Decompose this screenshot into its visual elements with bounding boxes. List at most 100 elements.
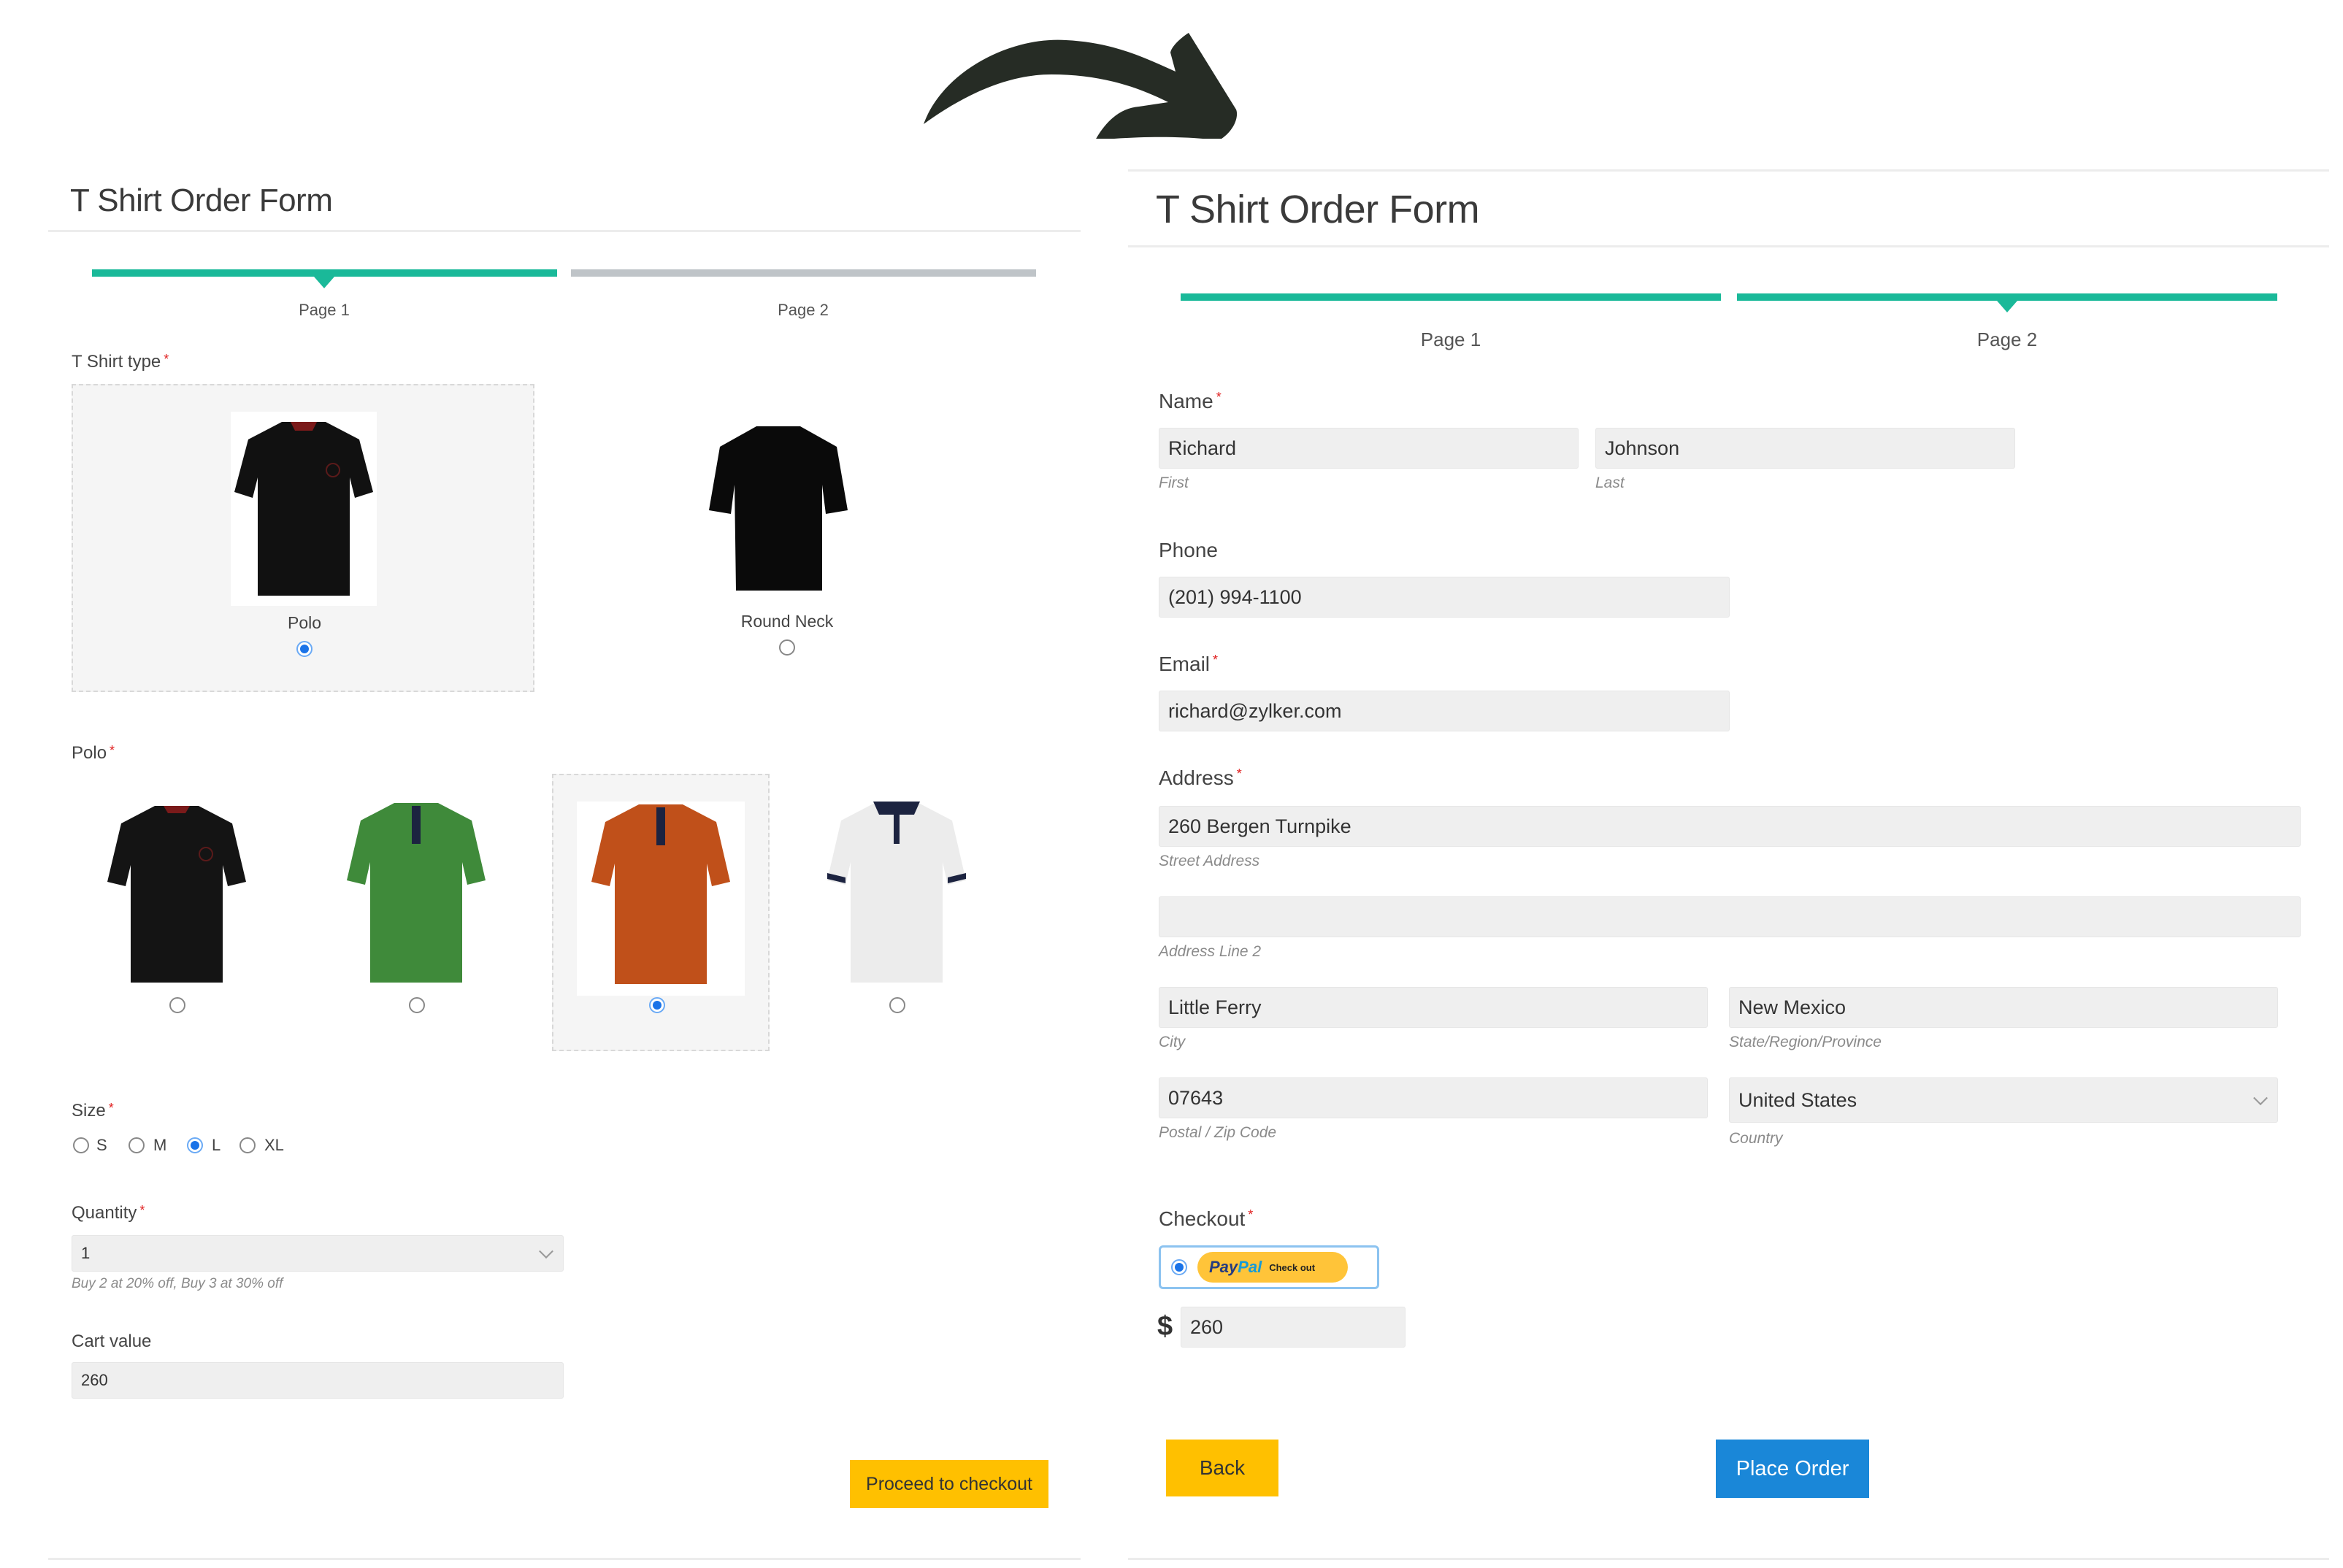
zip-input[interactable]: 07643 [1159,1077,1708,1118]
street-address-input[interactable]: 260 Bergen Turnpike [1159,806,2301,847]
progress-step-2-bar [1737,293,2277,301]
checkout-label-text: Checkout [1159,1207,1246,1230]
address-label-text: Address [1159,766,1234,789]
address-line-2-input[interactable] [1159,896,2301,937]
title-divider [48,230,1081,232]
required-marker: * [1213,653,1219,667]
back-button[interactable]: Back [1166,1440,1278,1496]
address-label: Address * [1159,766,1242,790]
progress-step-1-bar [92,269,557,277]
top-divider [1128,169,2329,172]
name-label-text: Name [1159,390,1213,412]
paypal-checkout-badge: PayPal Check out [1197,1252,1348,1283]
option-caption-round-neck: Round Neck [740,612,834,631]
phone-label: Phone [1159,539,1218,561]
green-polo-icon [347,803,486,983]
cart-value-field[interactable]: 260 [72,1362,564,1399]
progress-step-1-bar [1181,293,1721,301]
option-caption-polo: Polo [287,613,322,632]
step-label-page-1[interactable]: Page 1 [1421,328,1481,351]
place-order-button[interactable]: Place Order [1716,1440,1869,1498]
size-option-xl-label[interactable]: XL [264,1136,284,1155]
email-label: Email * [1159,653,1218,676]
tshirt-type-option-polo[interactable]: Polo [72,384,534,692]
paypal-pal-text: Pal [1238,1258,1262,1276]
size-label-text: Size [72,1101,106,1121]
first-name-value: Richard [1168,437,1237,459]
first-name-sublabel: First [1159,474,1189,491]
zip-sublabel: Postal / Zip Code [1159,1124,1277,1141]
radio-polo-orange[interactable] [649,997,665,1013]
name-label: Name * [1159,390,1222,413]
email-input[interactable]: richard@zylker.com [1159,691,1730,731]
current-step-pointer [1997,301,2017,312]
radio-polo-green[interactable] [409,997,425,1013]
bottom-divider [1128,1558,2329,1560]
size-option-m-label[interactable]: M [153,1136,166,1155]
size-option-l-label[interactable]: L [212,1136,221,1155]
form-title: T Shirt Order Form [70,182,333,218]
radio-round-neck[interactable] [779,639,795,656]
title-divider [1128,245,2329,247]
state-sublabel: State/Region/Province [1729,1034,1882,1050]
current-step-pointer [314,277,334,288]
orange-polo-icon [591,804,730,984]
state-input[interactable]: New Mexico [1729,987,2278,1028]
proceed-to-checkout-button[interactable]: Proceed to checkout [850,1460,1048,1508]
round-neck-image [705,412,851,606]
radio-size-s[interactable] [73,1137,89,1153]
street-address-value: 260 Bergen Turnpike [1168,815,1351,837]
step-label-page-2[interactable]: Page 2 [778,301,829,320]
currency-symbol: $ [1157,1311,1173,1342]
required-marker: * [139,1203,145,1218]
paypal-logo-icon: PayPal [1209,1258,1262,1277]
paypal-pay-text: Pay [1209,1258,1238,1276]
country-select[interactable]: United States [1729,1077,2278,1123]
radio-paypal[interactable] [1171,1259,1187,1275]
size-label: Size * [72,1101,114,1121]
step-label-page-1[interactable]: Page 1 [299,301,350,320]
last-name-input[interactable]: Johnson [1595,428,2015,469]
amount-field[interactable]: 260 [1181,1307,1406,1348]
city-input[interactable]: Little Ferry [1159,987,1708,1028]
email-label-text: Email [1159,653,1211,675]
required-marker: * [108,1101,114,1115]
country-sublabel: Country [1729,1130,1783,1147]
bottom-divider [48,1558,1081,1560]
size-option-s-label[interactable]: S [96,1136,107,1155]
cart-value-text: 260 [81,1371,108,1389]
radio-size-xl[interactable] [239,1137,256,1153]
black-polo-shirt-icon [234,422,373,596]
city-value: Little Ferry [1168,996,1262,1018]
quantity-label: Quantity * [72,1203,145,1223]
last-name-value: Johnson [1605,437,1680,459]
zip-value: 07643 [1168,1086,1224,1109]
paypal-option[interactable]: PayPal Check out [1159,1245,1379,1289]
radio-polo-black[interactable] [169,997,185,1013]
black-polo-icon [107,806,246,983]
curved-arrow-right-icon [924,33,1237,139]
tshirt-type-label-text: T Shirt type [72,352,161,372]
step-label-page-2[interactable]: Page 2 [1977,328,2037,351]
required-marker: * [1236,766,1242,781]
polo-label-text: Polo [72,743,107,763]
last-name-sublabel: Last [1595,474,1625,491]
amount-value: 260 [1190,1315,1224,1338]
quantity-label-text: Quantity [72,1203,137,1223]
chevron-down-icon [539,1244,553,1259]
state-value: New Mexico [1738,996,1847,1018]
phone-input[interactable]: (201) 994-1100 [1159,577,1730,618]
radio-size-m[interactable] [129,1137,145,1153]
quantity-hint: Buy 2 at 20% off, Buy 3 at 30% off [72,1276,283,1291]
progress-step-2-bar [571,269,1036,277]
radio-polo[interactable] [296,641,312,657]
quantity-select[interactable]: 1 [72,1235,564,1272]
radio-polo-white[interactable] [889,997,905,1013]
black-round-neck-shirt-icon [709,426,848,591]
country-value: United States [1738,1088,1857,1111]
tshirt-type-label: T Shirt type * [72,352,169,372]
quantity-value: 1 [81,1244,91,1262]
radio-size-l[interactable] [187,1137,203,1153]
white-polo-icon [827,802,966,983]
first-name-input[interactable]: Richard [1159,428,1579,469]
